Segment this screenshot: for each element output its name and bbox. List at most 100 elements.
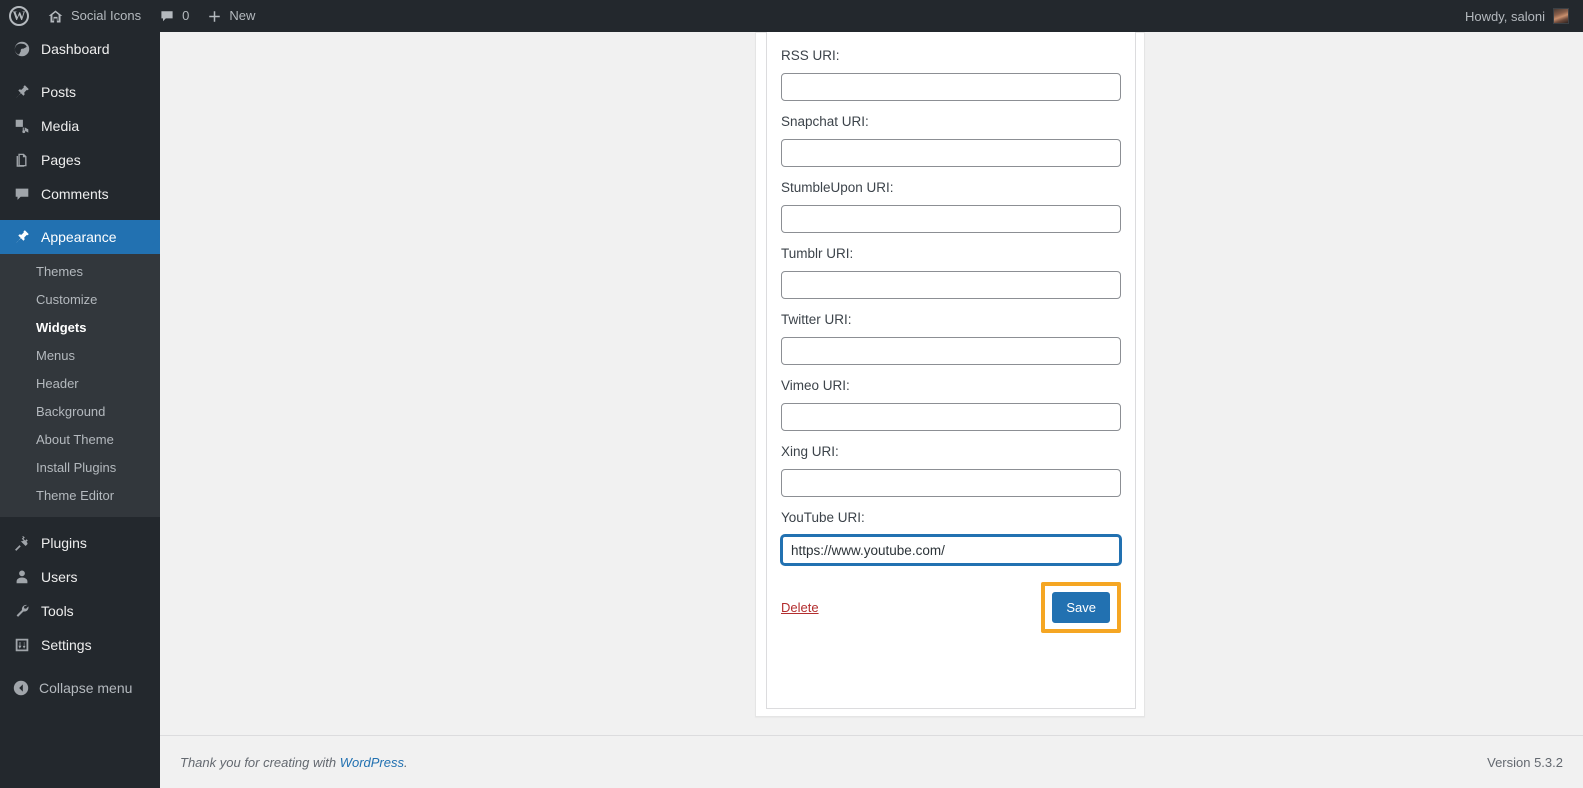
field-twitter-uri: Twitter URI: — [781, 312, 1121, 365]
field-label: Twitter URI: — [781, 312, 852, 327]
submenu-item-install-plugins[interactable]: Install Plugins — [0, 454, 160, 482]
sidebar-item-comments[interactable]: Comments — [0, 177, 160, 211]
site-name-menu[interactable]: Social Icons — [38, 0, 150, 32]
sidebar-item-users[interactable]: Users — [0, 560, 160, 594]
sidebar-separator — [0, 66, 160, 75]
sidebar-item-label: Tools — [41, 603, 74, 619]
stumbleupon-uri-input[interactable] — [781, 205, 1121, 233]
comment-bubble-icon — [159, 8, 175, 24]
sidebar-item-pages[interactable]: Pages — [0, 143, 160, 177]
wrench-icon — [12, 602, 32, 620]
pin-icon — [12, 83, 32, 101]
collapse-menu-label: Collapse menu — [39, 680, 133, 696]
tumblr-uri-input[interactable] — [781, 271, 1121, 299]
appearance-submenu: Themes Customize Widgets Menus Header Ba… — [0, 254, 160, 517]
sidebar-item-settings[interactable]: Settings — [0, 628, 160, 662]
sidebar-item-label: Comments — [41, 186, 109, 202]
field-label: Snapchat URI: — [781, 114, 869, 129]
save-button-highlight: Save — [1041, 582, 1121, 633]
submenu-item-themes[interactable]: Themes — [0, 258, 160, 286]
field-snapchat-uri: Snapchat URI: — [781, 114, 1121, 167]
sidebar-item-appearance[interactable]: Appearance — [0, 220, 160, 254]
avatar — [1553, 8, 1569, 24]
wordpress-logo-icon: W — [9, 6, 29, 26]
submenu-item-widgets[interactable]: Widgets — [0, 314, 160, 342]
footer-thanks-suffix: . — [404, 754, 408, 770]
paintbrush-icon — [12, 228, 32, 246]
version-label: Version 5.3.2 — [1487, 754, 1563, 770]
field-stumbleupon-uri: StumbleUpon URI: — [781, 180, 1121, 233]
site-name-label: Social Icons — [71, 8, 142, 23]
field-label: YouTube URI: — [781, 510, 865, 525]
field-xing-uri: Xing URI: — [781, 444, 1121, 497]
youtube-uri-input[interactable] — [781, 535, 1121, 565]
home-icon — [47, 8, 64, 25]
footer-thanks-prefix: Thank you for creating with — [180, 754, 340, 770]
sidebar-item-plugins[interactable]: Plugins — [0, 526, 160, 560]
rss-uri-input[interactable] — [781, 73, 1121, 101]
xing-uri-input[interactable] — [781, 469, 1121, 497]
sidebar-item-dashboard[interactable]: Dashboard — [0, 32, 160, 66]
sidebar-item-tools[interactable]: Tools — [0, 594, 160, 628]
sidebar-separator — [0, 517, 160, 526]
main-content: RSS URI: Snapchat URI: StumbleUpon URI: … — [160, 19, 1583, 788]
collapse-arrow-icon — [12, 679, 30, 697]
submenu-item-customize[interactable]: Customize — [0, 286, 160, 314]
field-label: Vimeo URI: — [781, 378, 850, 393]
vimeo-uri-input[interactable] — [781, 403, 1121, 431]
field-label: RSS URI: — [781, 48, 840, 63]
sidebar-item-label: Media — [41, 118, 80, 134]
submenu-item-about-theme[interactable]: About Theme — [0, 426, 160, 454]
widget-form: RSS URI: Snapchat URI: StumbleUpon URI: … — [766, 19, 1136, 709]
media-icon — [12, 117, 32, 135]
delete-link[interactable]: Delete — [781, 600, 819, 615]
snapchat-uri-input[interactable] — [781, 139, 1121, 167]
sliders-icon — [12, 636, 32, 654]
plus-icon — [207, 9, 222, 24]
field-label: Xing URI: — [781, 444, 839, 459]
admin-bar: W Social Icons 0 New Howdy, saloni — [0, 0, 1583, 32]
sidebar-item-label: Settings — [41, 637, 92, 653]
new-content-menu[interactable]: New — [198, 0, 264, 32]
wordpress-link[interactable]: WordPress — [340, 755, 404, 770]
field-label: Tumblr URI: — [781, 246, 854, 261]
new-label: New — [229, 8, 256, 23]
comment-bubble-icon — [12, 185, 32, 203]
sidebar-separator — [0, 662, 160, 671]
sidebar-item-label: Posts — [41, 84, 77, 100]
dashboard-icon — [12, 40, 32, 58]
sidebar-item-label: Plugins — [41, 535, 87, 551]
field-youtube-uri: YouTube URI: — [781, 510, 1121, 565]
admin-sidebar: Dashboard Posts Media Pages Comments App… — [0, 32, 160, 788]
admin-footer: Thank you for creating with WordPress. V… — [160, 735, 1583, 788]
footer-thanks: Thank you for creating with WordPress. — [180, 755, 408, 770]
field-rss-uri: RSS URI: — [781, 48, 1121, 101]
sidebar-item-label: Users — [41, 569, 78, 585]
submenu-item-theme-editor[interactable]: Theme Editor — [0, 482, 160, 510]
comments-menu[interactable]: 0 — [150, 0, 198, 32]
wp-logo-menu[interactable]: W — [0, 0, 38, 32]
plug-icon — [12, 534, 32, 552]
submenu-item-header[interactable]: Header — [0, 370, 160, 398]
howdy-label: Howdy, saloni — [1465, 8, 1545, 24]
sidebar-item-label: Appearance — [41, 229, 117, 245]
widget-controls: Delete Save — [781, 578, 1121, 634]
twitter-uri-input[interactable] — [781, 337, 1121, 365]
collapse-menu-button[interactable]: Collapse menu — [0, 671, 160, 705]
submenu-item-background[interactable]: Background — [0, 398, 160, 426]
widget-panel: RSS URI: Snapchat URI: StumbleUpon URI: … — [755, 19, 1145, 717]
sidebar-item-media[interactable]: Media — [0, 109, 160, 143]
user-icon — [12, 568, 32, 586]
sidebar-item-posts[interactable]: Posts — [0, 75, 160, 109]
field-tumblr-uri: Tumblr URI: — [781, 246, 1121, 299]
sidebar-item-label: Pages — [41, 152, 81, 168]
sidebar-separator — [0, 211, 160, 220]
field-vimeo-uri: Vimeo URI: — [781, 378, 1121, 431]
field-label: StumbleUpon URI: — [781, 180, 894, 195]
submenu-item-menus[interactable]: Menus — [0, 342, 160, 370]
comments-count: 0 — [182, 8, 190, 23]
sidebar-item-label: Dashboard — [41, 41, 110, 57]
save-button[interactable]: Save — [1052, 592, 1110, 623]
pages-icon — [12, 151, 32, 169]
account-menu[interactable]: Howdy, saloni — [1456, 0, 1583, 32]
